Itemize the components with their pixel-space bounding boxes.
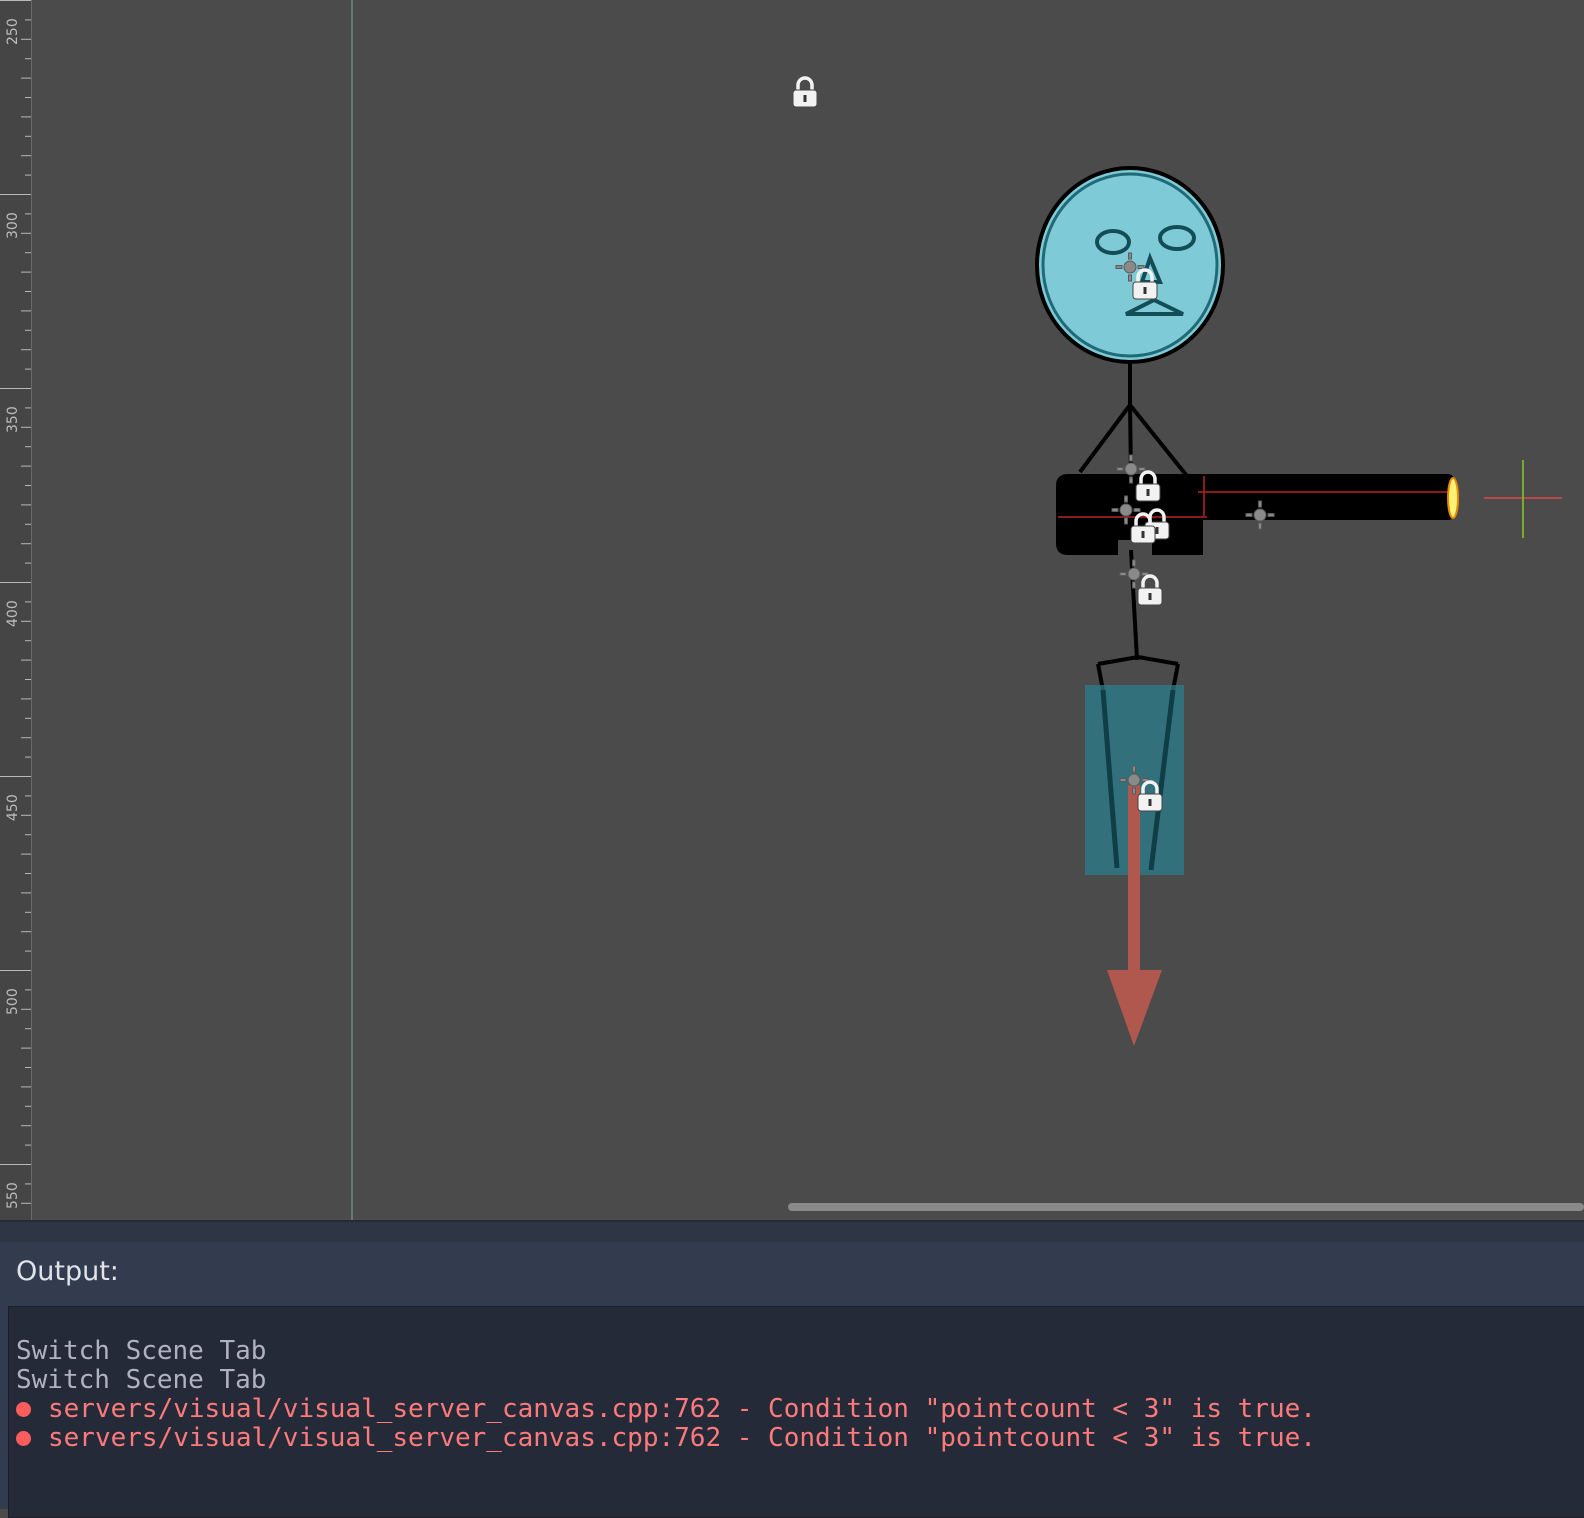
- error-icon: [16, 1431, 31, 1446]
- ruler-label: 350: [5, 406, 21, 433]
- ruler-label: 450: [5, 794, 21, 821]
- log-line-error: servers/visual/visual_server_canvas.cpp:…: [16, 1395, 1316, 1424]
- log-line-error: servers/visual/visual_server_canvas.cpp:…: [16, 1424, 1316, 1453]
- log-line-info: Switch Scene Tab: [16, 1366, 1316, 1395]
- scene-canvas[interactable]: [0, 0, 1584, 1220]
- log-line-text: Switch Scene Tab: [16, 1365, 267, 1395]
- ruler-label: 300: [5, 212, 21, 239]
- log-line-text: Switch Scene Tab: [16, 1336, 267, 1366]
- vertical-ruler[interactable]: 250 300 350 400 450 500 550: [0, 0, 32, 1220]
- lock-icon: [792, 76, 818, 108]
- log-line-text: servers/visual/visual_server_canvas.cpp:…: [48, 1394, 1316, 1424]
- horizontal-scrollbar[interactable]: [788, 1203, 1584, 1211]
- panel-splitter[interactable]: [0, 1220, 1584, 1244]
- log-line-info: Switch Scene Tab: [16, 1337, 1316, 1366]
- output-panel: Output: Switch Scene Tab Switch Scene Tab…: [0, 1242, 1584, 1518]
- error-icon: [16, 1402, 31, 1417]
- ruler-label: 550: [5, 1182, 21, 1209]
- muzzle-flash: [1447, 477, 1459, 519]
- output-label: Output:: [16, 1256, 119, 1287]
- ruler-label: 500: [5, 988, 21, 1015]
- log-line-text: servers/visual/visual_server_canvas.cpp:…: [48, 1423, 1316, 1453]
- output-log[interactable]: Switch Scene Tab Switch Scene Tab servers/…: [8, 1306, 1584, 1518]
- log-lines: Switch Scene Tab Switch Scene Tab servers/…: [16, 1337, 1316, 1453]
- ruler-label: 400: [5, 600, 21, 627]
- ruler-label: 250: [5, 18, 21, 45]
- lock-icon: [1137, 574, 1163, 606]
- canvas-viewport[interactable]: 250 300 350 400 450 500 550: [0, 0, 1584, 1220]
- muzzle-position-marker[interactable]: [1484, 460, 1562, 538]
